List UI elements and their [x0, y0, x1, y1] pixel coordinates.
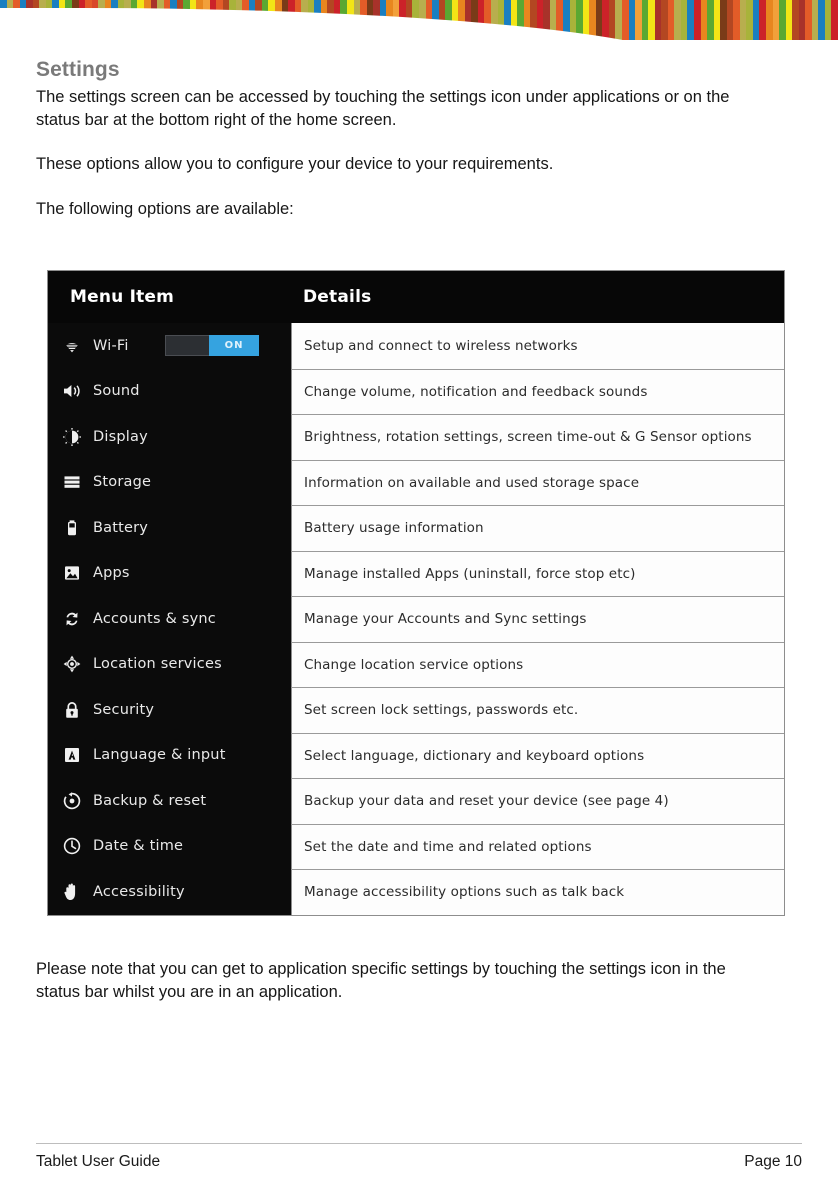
- menu-item-label: Wi-Fi: [93, 337, 129, 354]
- footer-document-title: Tablet User Guide: [36, 1153, 161, 1170]
- storage-icon: [62, 472, 82, 492]
- footer-divider: [36, 1143, 802, 1144]
- document-body: Settings The settings screen can be acce…: [36, 58, 802, 220]
- toggle-track-off: [165, 335, 209, 356]
- table-row: Display Brightness, rotation settings, sc…: [48, 414, 784, 460]
- column-header-details: Details: [303, 287, 372, 307]
- closing-note: Please note that you can get to applicat…: [36, 958, 802, 1003]
- location-icon: [62, 654, 82, 674]
- table-row: Storage Information on available and used…: [48, 459, 784, 505]
- menu-item-label: Sound: [93, 383, 140, 400]
- intro-paragraph: The settings screen can be accessed by t…: [36, 88, 730, 129]
- details-cell: Select language, dictionary and keyboard…: [291, 732, 784, 778]
- footer-page-number: Page 10: [744, 1153, 802, 1170]
- menu-item-cell-apps[interactable]: Apps: [48, 550, 291, 596]
- table-row: Wi-Fi ON Setup and connect to wireless net…: [48, 323, 784, 369]
- closing-paragraph: Please note that you can get to applicat…: [36, 960, 726, 1001]
- details-cell: Brightness, rotation settings, screen ti…: [291, 414, 784, 460]
- clock-icon: [62, 836, 82, 856]
- details-cell: Backup your data and reset your device (…: [291, 778, 784, 824]
- page-title: Settings: [36, 58, 120, 81]
- details-cell: Change location service options: [291, 641, 784, 687]
- menu-item-cell-date-time[interactable]: Date & time: [48, 823, 291, 869]
- sync-icon: [62, 609, 82, 629]
- table-body: Wi-Fi ON Setup and connect to wireless net…: [48, 323, 784, 915]
- settings-table-figure: Menu Item Details Wi-Fi ON Setup and conne…: [47, 270, 785, 916]
- menu-item-label: Accessibility: [93, 883, 185, 900]
- table-row: Battery Battery usage information: [48, 505, 784, 551]
- details-cell: Manage installed Apps (uninstall, force …: [291, 550, 784, 596]
- accessibility-icon: [62, 882, 82, 902]
- menu-item-label: Security: [93, 701, 155, 718]
- stripe-left-mask: [0, 18, 34, 40]
- table-header-row: Menu Item Details: [48, 271, 784, 323]
- menu-item-cell-wi-fi[interactable]: Wi-Fi ON: [48, 323, 291, 369]
- sound-icon: [62, 381, 82, 401]
- table-row: Accessibility Manage accessibility option…: [48, 869, 784, 915]
- menu-item-label: Display: [93, 428, 148, 445]
- toggle-on-label: ON: [209, 335, 259, 356]
- details-cell: Information on available and used storag…: [291, 459, 784, 505]
- table-row: Backup & reset Backup your data and reset…: [48, 778, 784, 824]
- details-cell: Battery usage information: [291, 505, 784, 551]
- options-paragraph: These options allow you to configure you…: [36, 155, 554, 173]
- table-row: Location services Change location service…: [48, 641, 784, 687]
- menu-item-cell-language-input[interactable]: Language & input: [48, 732, 291, 778]
- page-footer: Tablet User Guide Page 10: [36, 1143, 802, 1171]
- wifi-icon: [62, 336, 82, 356]
- menu-item-cell-accessibility[interactable]: Accessibility: [48, 869, 291, 915]
- menu-item-label: Battery: [93, 519, 149, 536]
- menu-item-cell-sound[interactable]: Sound: [48, 368, 291, 414]
- menu-item-label: Apps: [93, 565, 130, 582]
- table-row: Accounts & sync Manage your Accounts and …: [48, 596, 784, 642]
- menu-item-cell-battery[interactable]: Battery: [48, 505, 291, 551]
- menu-item-cell-accounts-sync[interactable]: Accounts & sync: [48, 596, 291, 642]
- details-cell: Manage your Accounts and Sync settings: [291, 596, 784, 642]
- stripe-127: [831, 0, 838, 40]
- menu-item-label: Backup & reset: [93, 792, 207, 809]
- menu-item-cell-storage[interactable]: Storage: [48, 459, 291, 505]
- details-cell: Manage accessibility options such as tal…: [291, 869, 784, 915]
- display-icon: [62, 427, 82, 447]
- stripe-list: [0, 0, 838, 40]
- battery-icon: [62, 518, 82, 538]
- menu-item-label: Language & input: [93, 747, 226, 764]
- language-icon: [62, 745, 82, 765]
- menu-item-label: Location services: [93, 656, 222, 673]
- details-cell: Set the date and time and related option…: [291, 823, 784, 869]
- menu-item-label: Storage: [93, 474, 152, 491]
- menu-item-cell-backup-reset[interactable]: Backup & reset: [48, 778, 291, 824]
- details-cell: Setup and connect to wireless networks: [291, 323, 784, 369]
- menu-item-cell-security[interactable]: Security: [48, 687, 291, 733]
- decorative-stripe-band: [0, 0, 838, 40]
- wifi-toggle-switch[interactable]: ON: [165, 335, 259, 356]
- apps-icon: [62, 563, 82, 583]
- backup-reset-icon: [62, 791, 82, 811]
- menu-item-label: Date & time: [93, 838, 184, 855]
- lock-icon: [62, 700, 82, 720]
- table-row: Security Set screen lock settings, passwo…: [48, 687, 784, 733]
- details-cell: Change volume, notification and feedback…: [291, 368, 784, 414]
- details-cell: Set screen lock settings, passwords etc.: [291, 687, 784, 733]
- table-row: Date & time Set the date and time and rel…: [48, 823, 784, 869]
- menu-item-cell-location-services[interactable]: Location services: [48, 641, 291, 687]
- column-header-menu-item: Menu Item: [70, 287, 175, 307]
- menu-item-label: Accounts & sync: [93, 610, 216, 627]
- following-options-paragraph: The following options are available:: [36, 199, 294, 218]
- menu-item-cell-display[interactable]: Display: [48, 414, 291, 460]
- table-row: Apps Manage installed Apps (uninstall, fo…: [48, 550, 784, 596]
- table-row: Sound Change volume, notification and fee…: [48, 368, 784, 414]
- table-row: Language & input Select language, diction…: [48, 732, 784, 778]
